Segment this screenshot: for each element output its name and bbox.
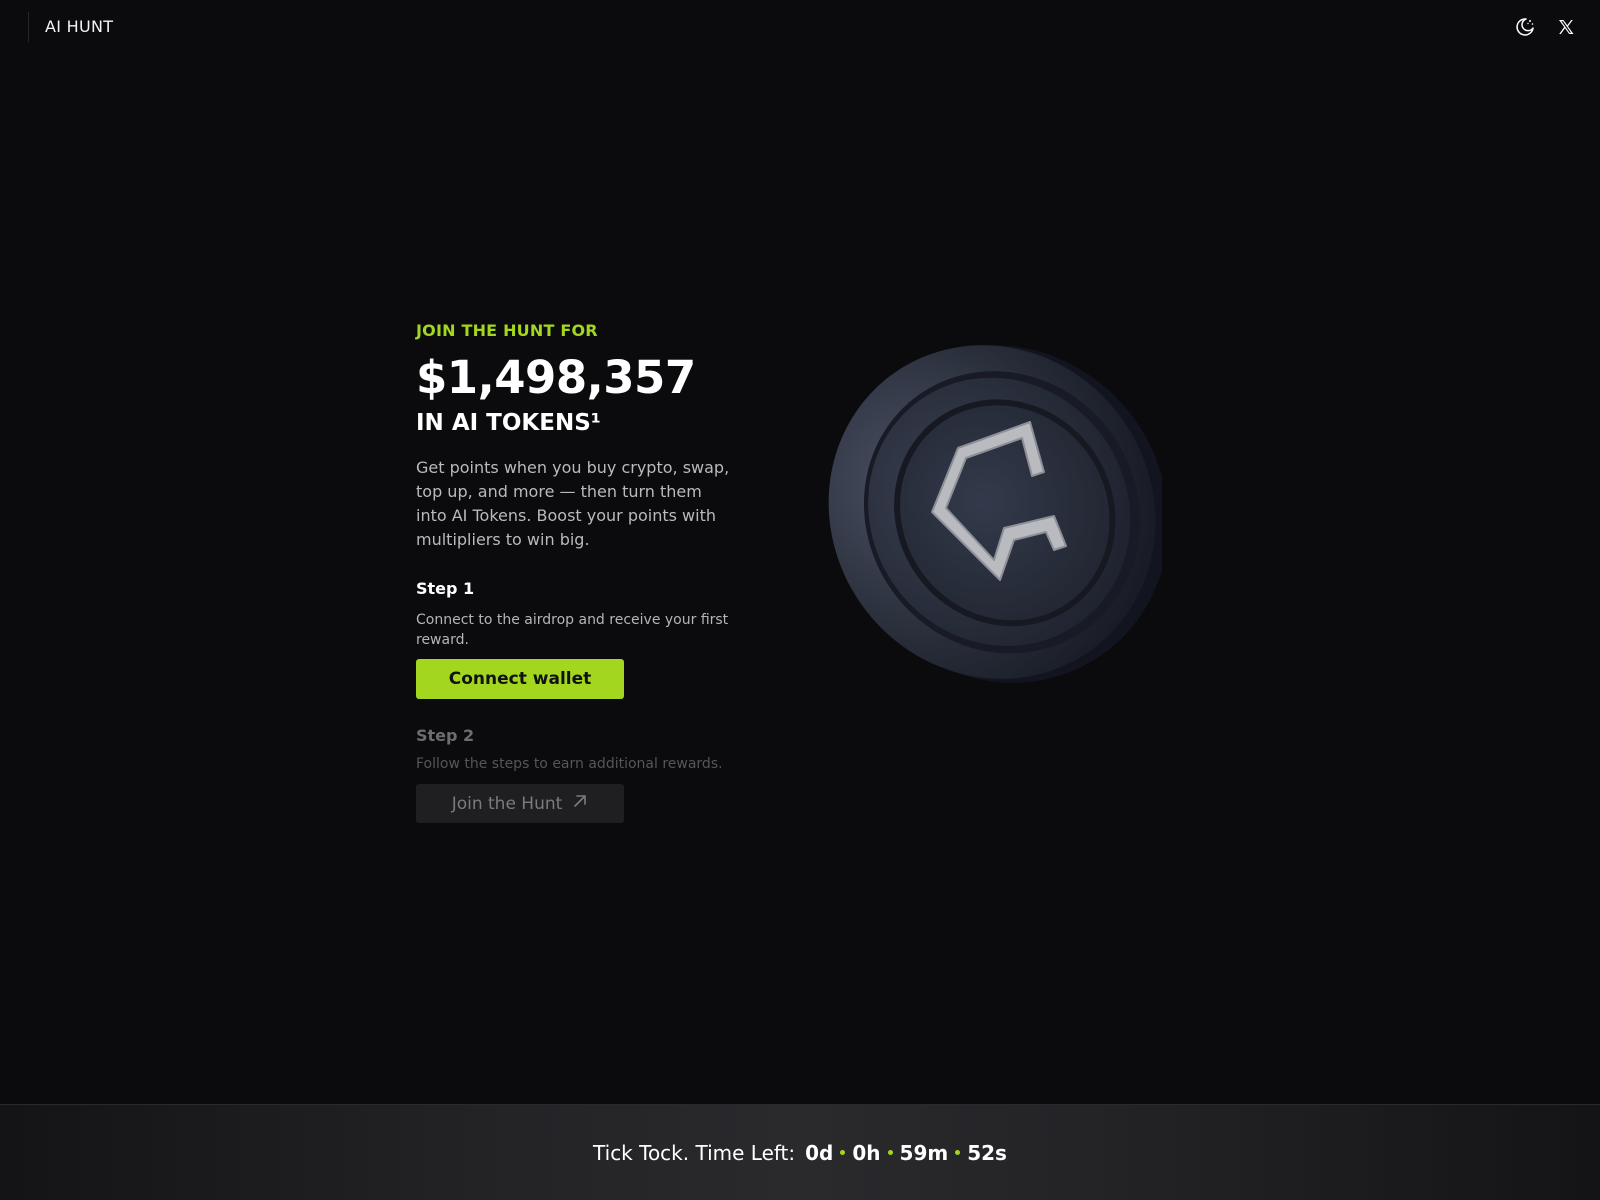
countdown-timer: Tick Tock. Time Left: 0d 0h 59m 52s (593, 1141, 1007, 1165)
separator-dot (887, 1150, 893, 1155)
header-divider (28, 12, 29, 42)
join-hunt-label: Join the Hunt (451, 793, 563, 814)
step-1-title: Step 1 (416, 579, 475, 598)
brand-logo-text[interactable]: AI HUNT (45, 17, 113, 36)
countdown-hours: 0h (852, 1140, 881, 1165)
countdown-minutes: 59m (899, 1140, 949, 1165)
arrow-up-right-icon (572, 793, 588, 814)
step-2: Step 2 Follow the steps to earn addition… (416, 725, 746, 823)
token-coin-illustration (822, 334, 1169, 690)
step-1-text: Connect to the airdrop and receive your … (416, 612, 729, 648)
connect-wallet-button[interactable]: Connect wallet (416, 659, 624, 699)
connect-wallet-label: Connect wallet (448, 669, 592, 689)
join-hunt-button[interactable]: Join the Hunt (416, 784, 624, 823)
theme-toggle-icon[interactable] (1514, 16, 1536, 38)
step-1: Step 1 Connect to the airdrop and receiv… (416, 578, 746, 699)
hero-description: Get points when you buy crypto, swap, to… (416, 458, 730, 549)
countdown-bar: Tick Tock. Time Left: 0d 0h 59m 52s (0, 1104, 1600, 1200)
step-2-text: Follow the steps to earn additional rewa… (416, 756, 723, 772)
prize-token-label: IN AI TOKENS¹ (416, 410, 601, 436)
separator-dot (840, 1150, 846, 1155)
countdown-seconds: 52s (967, 1140, 1007, 1165)
hero-section: JOIN THE HUNT FOR $1,498,357 IN AI TOKEN… (416, 320, 746, 823)
prize-amount: $1,498,357 (416, 351, 696, 404)
countdown-label: Tick Tock. Time Left: (593, 1140, 796, 1165)
countdown-days: 0d (805, 1140, 834, 1165)
x-logo-icon[interactable] (1555, 16, 1577, 38)
step-2-title: Step 2 (416, 726, 475, 745)
top-bar: AI HUNT (0, 0, 1600, 56)
hero-eyebrow: JOIN THE HUNT FOR (416, 321, 598, 340)
separator-dot (955, 1150, 961, 1155)
